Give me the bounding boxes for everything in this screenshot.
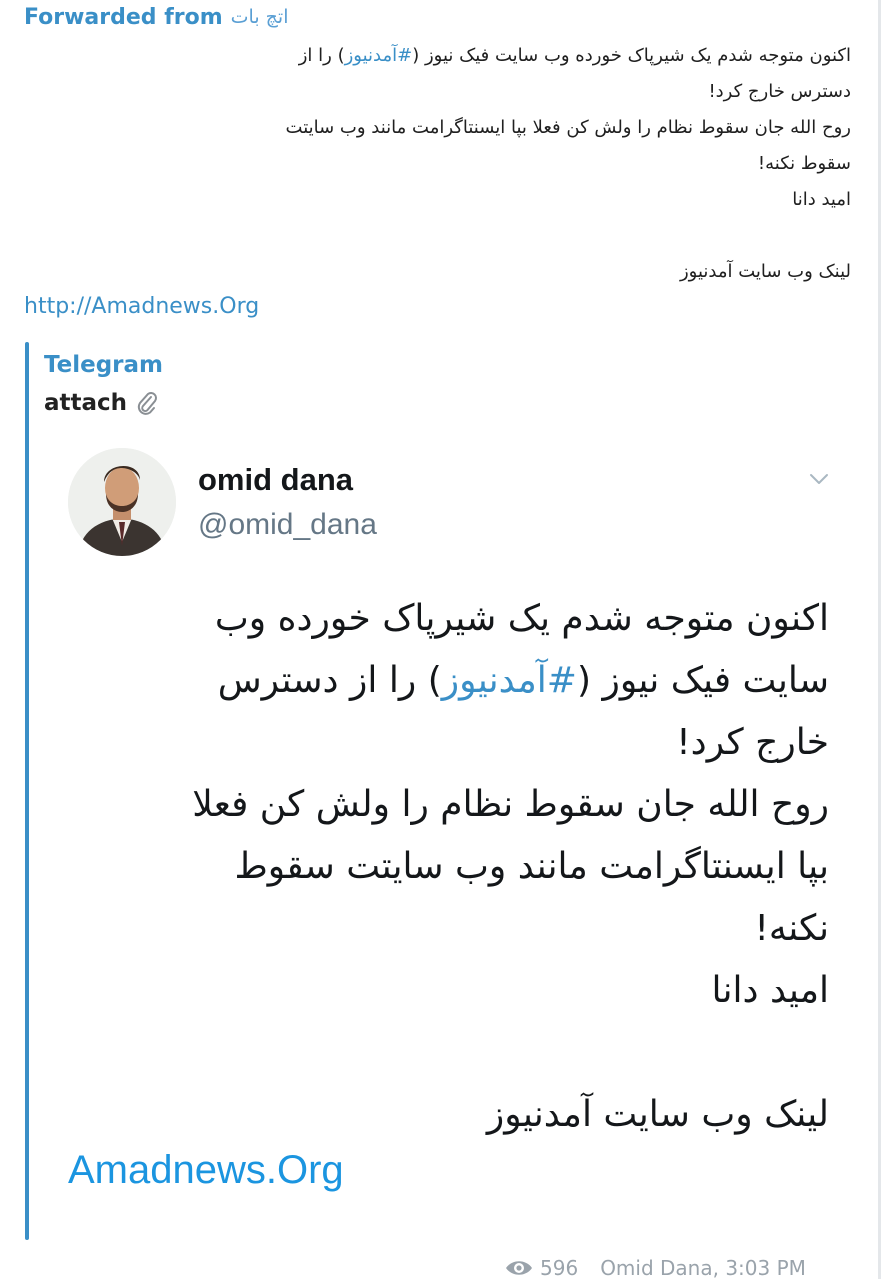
forwarded-source-name[interactable]: اتچ بات <box>231 6 289 28</box>
hashtag-link[interactable]: #آمدنیوز <box>345 45 413 66</box>
paperclip-icon <box>135 390 159 416</box>
tweet-line: اکنون متوجه شدم یک شیرپاک خورده وب <box>214 598 829 639</box>
tweet-line: نکنه! <box>754 908 830 949</box>
message-text: اکنون متوجه شدم یک شیرپاک خورده وب سایت … <box>31 38 851 290</box>
avatar[interactable] <box>68 448 176 556</box>
forwarded-label: Forwarded from <box>24 4 223 30</box>
message-line: دسترس خارج کرد! <box>708 81 851 102</box>
eye-icon <box>504 1258 534 1278</box>
tweet-line: امید دانا <box>711 970 829 1011</box>
message-url-link[interactable]: http://Amadnews.Org <box>24 294 259 319</box>
telegram-message-screenshot: Forwarded from اتچ بات اکنون متوجه شدم ی… <box>0 0 881 1279</box>
preview-accent-bar <box>25 342 29 1240</box>
tweet-line: خارج کرد! <box>676 722 829 763</box>
preview-title[interactable]: attach <box>44 390 159 416</box>
preview-site-name: Telegram <box>44 352 164 378</box>
forwarded-header[interactable]: Forwarded from اتچ بات <box>24 2 289 32</box>
tweet-author-handle[interactable]: @omid_dana <box>198 508 377 542</box>
message-meta: 596 Omid Dana, 3:03 PM <box>504 1254 806 1279</box>
message-line: سقوط نکنه! <box>757 153 851 174</box>
tweet-hashtag-link[interactable]: #آمدنیوز <box>442 660 577 701</box>
preview-title-text: attach <box>44 390 128 416</box>
view-count: 596 <box>540 1256 579 1279</box>
message-author-time: Omid Dana, 3:03 PM <box>600 1256 806 1279</box>
tweet-author-name[interactable]: omid dana <box>198 462 353 498</box>
tweet-line: لینک وب سایت آمدنیوز <box>486 1094 829 1135</box>
chevron-down-icon[interactable] <box>806 466 832 492</box>
tweet-text: اکنون متوجه شدم یک شیرپاک خورده وب سایت … <box>49 588 829 1146</box>
tweet-line: روح الله جان سقوط نظام را ولش کن فعلا <box>192 784 829 825</box>
message-line: روح الله جان سقوط نظام را ولش کن فعلا بپ… <box>285 117 851 138</box>
tweet-line: بپا ایسنتاگرامت مانند وب سایتت سقوط <box>234 846 829 887</box>
message-line: امید دانا <box>792 189 851 210</box>
tweet-url-link[interactable]: Amadnews.Org <box>68 1148 344 1193</box>
message-line: لینک وب سایت آمدنیوز <box>679 261 851 282</box>
message-line: اکنون متوجه شدم یک شیرپاک خورده وب سایت … <box>298 45 851 66</box>
tweet-line: سایت فیک نیوز (#آمدنیوز) را از دسترس <box>217 660 829 701</box>
